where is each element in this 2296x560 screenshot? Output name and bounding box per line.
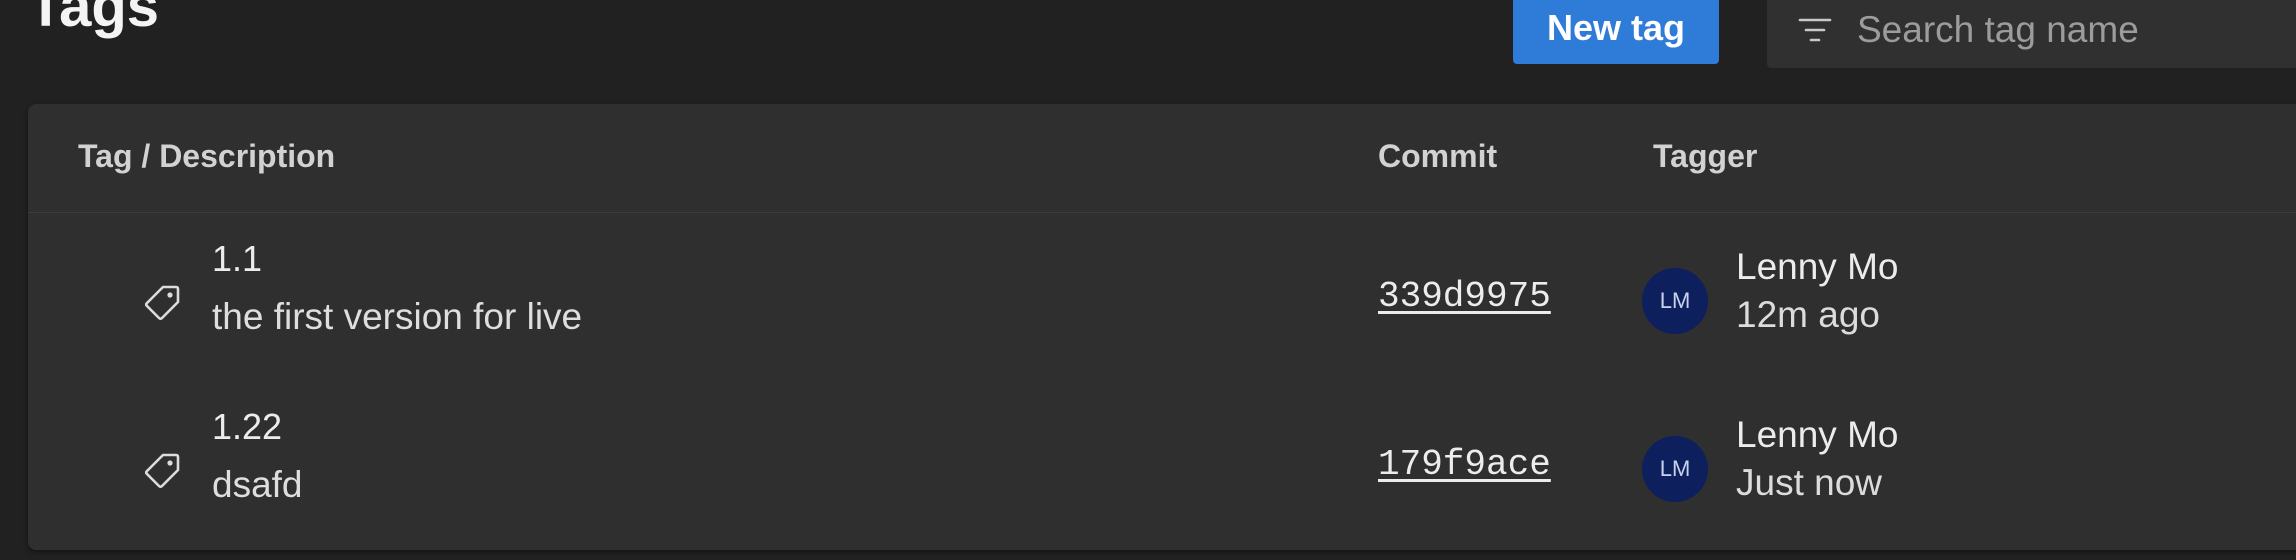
tag-description: the first version for live [212, 296, 583, 337]
table-row[interactable]: 1.22 dsafd 179f9ace LM Lenny Mo Just now [28, 380, 2296, 548]
commit-link[interactable]: 179f9ace [1378, 444, 1551, 485]
page-title: Tags [28, 0, 160, 39]
tag-description: dsafd [212, 464, 303, 505]
tag-name[interactable]: 1.22 [212, 406, 282, 448]
new-tag-button[interactable]: New tag [1513, 0, 1719, 64]
column-header-tag-description: Tag / Description [78, 138, 336, 174]
search-box[interactable] [1767, 0, 2296, 68]
commit-link[interactable]: 339d9975 [1378, 276, 1551, 317]
tag-time: 12m ago [1736, 294, 1880, 335]
tags-page: Tags New tag Tag / Description Commit Ta… [0, 0, 2296, 560]
table-row[interactable]: 1.1 the first version for live 339d9975 … [28, 212, 2296, 380]
tagger-name: Lenny Mo [1736, 246, 1899, 287]
tag-icon [144, 285, 180, 321]
avatar: LM [1642, 268, 1708, 334]
tag-icon [144, 453, 180, 489]
tag-time: Just now [1736, 462, 1883, 503]
tagger-name: Lenny Mo [1736, 414, 1899, 455]
table-header: Tag / Description Commit Tagger [28, 104, 2296, 213]
column-header-commit: Commit [1378, 138, 1498, 174]
search-input[interactable] [1857, 9, 2277, 51]
filter-icon [1798, 18, 1832, 42]
tags-table: Tag / Description Commit Tagger 1.1 the … [28, 104, 2296, 550]
avatar: LM [1642, 436, 1708, 502]
column-header-tagger: Tagger [1653, 138, 1758, 174]
tag-name[interactable]: 1.1 [212, 238, 262, 280]
